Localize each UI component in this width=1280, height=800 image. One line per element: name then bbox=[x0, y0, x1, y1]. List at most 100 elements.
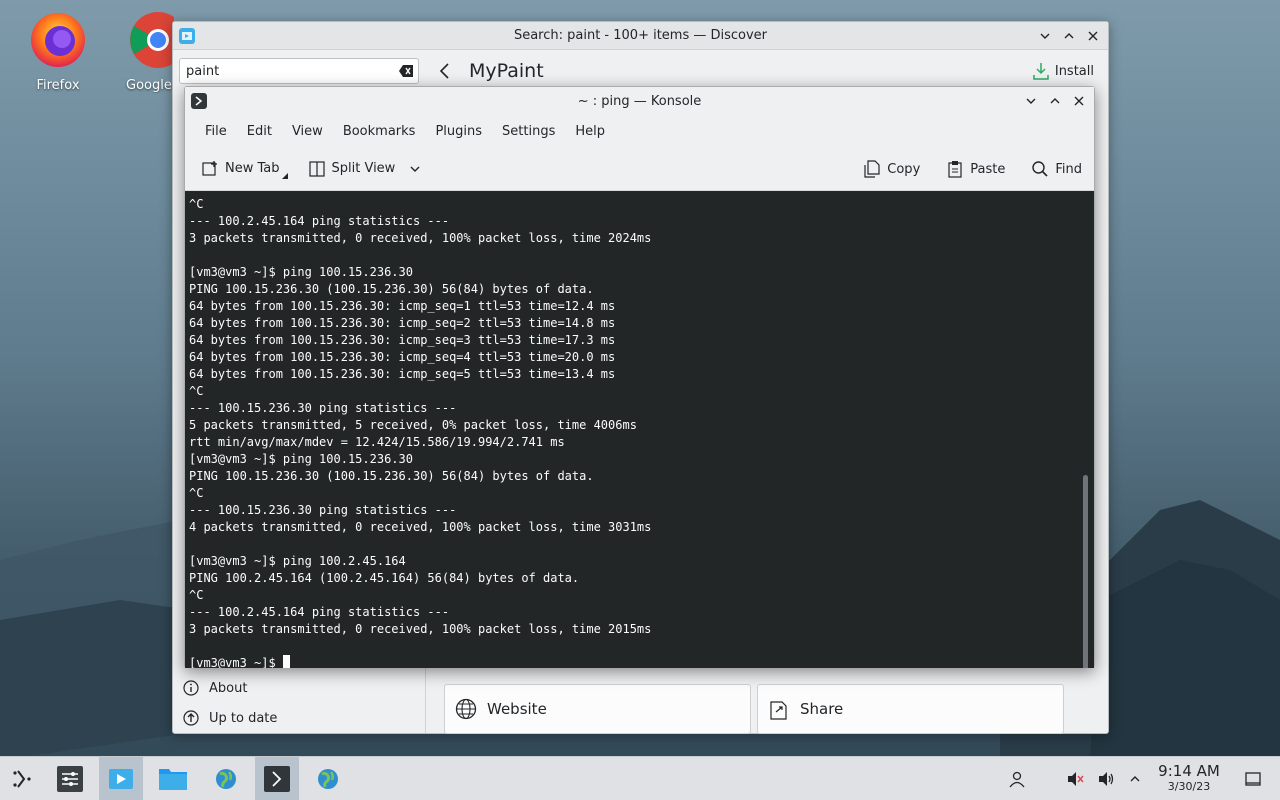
desktop-icon-label: Google bbox=[126, 78, 172, 93]
digital-clock[interactable]: 9:14 AM 3/30/23 bbox=[1154, 763, 1224, 794]
info-icon bbox=[183, 680, 199, 696]
chevron-up-icon bbox=[1130, 776, 1140, 782]
menu-plugins[interactable]: Plugins bbox=[425, 120, 492, 143]
paste-label: Paste bbox=[970, 161, 1006, 177]
app-launcher-button[interactable] bbox=[0, 757, 44, 800]
terminal-line: PING 100.15.236.30 (100.15.236.30) 56(84… bbox=[189, 469, 594, 483]
find-label: Find bbox=[1055, 161, 1082, 177]
install-button[interactable]: Install bbox=[1033, 62, 1094, 80]
terminal-output[interactable]: ^C --- 100.2.45.164 ping statistics --- 3 … bbox=[185, 191, 1094, 668]
terminal-line: [vm3@vm3 ~]$ ping 100.15.236.30 bbox=[189, 265, 413, 279]
menu-view[interactable]: View bbox=[282, 120, 333, 143]
terminal-line: [vm3@vm3 ~]$ ping 100.2.45.164 bbox=[189, 554, 406, 568]
terminal-line: --- 100.2.45.164 ping statistics --- bbox=[189, 605, 450, 619]
prompt-text: [vm3@vm3 ~]$ bbox=[189, 656, 283, 668]
split-view-icon bbox=[308, 160, 325, 177]
new-tab-label: New Tab bbox=[225, 161, 280, 176]
menu-edit[interactable]: Edit bbox=[237, 120, 282, 143]
desktop-icon-firefox[interactable]: Firefox bbox=[13, 10, 103, 93]
dropdown-corner-icon bbox=[281, 172, 288, 179]
taskbar: 9:14 AM 3/30/23 bbox=[0, 756, 1280, 800]
taskbar-discover[interactable] bbox=[99, 757, 143, 800]
tray-expand[interactable] bbox=[1122, 757, 1148, 800]
split-view-label: Split View bbox=[331, 161, 396, 176]
find-button[interactable]: Find bbox=[1025, 156, 1088, 182]
new-tab-button[interactable]: New Tab bbox=[195, 155, 294, 183]
terminal-line: 64 bytes from 100.15.236.30: icmp_seq=4 … bbox=[189, 350, 616, 364]
terminal-line: 3 packets transmitted, 0 received, 100% … bbox=[189, 622, 652, 636]
maximize-button[interactable] bbox=[1060, 27, 1078, 45]
terminal-line: ^C bbox=[189, 384, 204, 398]
share-button[interactable]: Share bbox=[757, 684, 1064, 734]
menu-settings[interactable]: Settings bbox=[492, 120, 565, 143]
scrollbar-thumb[interactable] bbox=[1083, 475, 1088, 668]
menu-help[interactable]: Help bbox=[565, 120, 615, 143]
tray-audio-muted[interactable] bbox=[1062, 757, 1088, 800]
terminal-line: --- 100.15.236.30 ping statistics --- bbox=[189, 503, 457, 517]
discover-titlebar[interactable]: Search: paint - 100+ items — Discover bbox=[173, 22, 1108, 50]
terminal-scrollbar[interactable] bbox=[1081, 195, 1090, 668]
sidebar-item-label: About bbox=[209, 680, 248, 696]
terminal-line: 64 bytes from 100.15.236.30: icmp_seq=3 … bbox=[189, 333, 616, 347]
konsole-window-title: ~ : ping — Konsole bbox=[577, 93, 702, 109]
terminal-line: 64 bytes from 100.15.236.30: icmp_seq=2 … bbox=[189, 316, 616, 330]
terminal-line: 3 packets transmitted, 0 received, 100% … bbox=[189, 231, 652, 245]
konsole-titlebar[interactable]: ~ : ping — Konsole bbox=[185, 87, 1094, 115]
user-icon bbox=[1009, 771, 1025, 788]
terminal-line: ^C bbox=[189, 588, 204, 602]
paste-button[interactable]: Paste bbox=[940, 156, 1011, 182]
taskbar-system-settings[interactable] bbox=[48, 757, 92, 800]
file-manager-icon bbox=[159, 769, 187, 790]
split-view-button[interactable]: Split View bbox=[302, 156, 428, 182]
konsole-menubar: File Edit View Bookmarks Plugins Setting… bbox=[185, 115, 1094, 147]
terminal-line: 4 packets transmitted, 0 received, 100% … bbox=[189, 520, 652, 534]
desktop-icon-label: Firefox bbox=[36, 78, 80, 93]
copy-label: Copy bbox=[887, 161, 921, 177]
back-arrow-icon[interactable] bbox=[437, 61, 453, 81]
copy-button[interactable]: Copy bbox=[857, 156, 926, 182]
taskbar-file-manager[interactable] bbox=[151, 757, 195, 800]
show-desktop-button[interactable] bbox=[1240, 757, 1266, 800]
paste-icon bbox=[948, 161, 962, 178]
website-label: Website bbox=[487, 700, 547, 718]
system-settings-icon bbox=[57, 766, 83, 792]
terminal-line: --- 100.15.236.30 ping statistics --- bbox=[189, 401, 457, 415]
globe-icon bbox=[455, 698, 477, 720]
up-arrow-icon bbox=[183, 710, 199, 726]
konsole-icon bbox=[264, 766, 290, 792]
taskbar-konsole[interactable] bbox=[255, 757, 299, 800]
minimize-button[interactable] bbox=[1022, 92, 1040, 110]
download-icon bbox=[1033, 63, 1049, 80]
firefox-globe-icon bbox=[216, 769, 236, 789]
network-globe-icon bbox=[318, 769, 338, 789]
share-icon bbox=[770, 701, 787, 720]
sidebar-item-label: Up to date bbox=[209, 710, 278, 726]
terminal-line: [vm3@vm3 ~]$ ping 100.15.236.30 bbox=[189, 452, 413, 466]
share-label: Share bbox=[800, 700, 844, 718]
discover-search-input[interactable]: paint bbox=[179, 58, 419, 84]
taskbar-browser[interactable] bbox=[204, 757, 248, 800]
maximize-button[interactable] bbox=[1046, 92, 1064, 110]
show-desktop-icon bbox=[1245, 772, 1261, 786]
taskbar-network[interactable] bbox=[306, 757, 350, 800]
desktop-icon-chrome[interactable]: Google bbox=[114, 10, 174, 93]
clock-date: 3/30/23 bbox=[1167, 780, 1211, 793]
clear-input-icon[interactable] bbox=[398, 64, 414, 78]
discover-window-title: Search: paint - 100+ items — Discover bbox=[513, 28, 768, 43]
tray-volume[interactable] bbox=[1093, 757, 1119, 800]
website-button[interactable]: Website bbox=[444, 684, 751, 734]
sidebar-item-up-to-date[interactable]: Up to date bbox=[183, 710, 277, 726]
menu-file[interactable]: File bbox=[195, 120, 237, 143]
minimize-button[interactable] bbox=[1036, 27, 1054, 45]
sidebar-item-about[interactable]: About bbox=[183, 680, 247, 696]
close-button[interactable] bbox=[1084, 27, 1102, 45]
tray-user[interactable] bbox=[1004, 757, 1030, 800]
close-icon bbox=[1074, 96, 1084, 106]
close-icon bbox=[1088, 31, 1098, 41]
volume-icon bbox=[1099, 772, 1114, 786]
close-button[interactable] bbox=[1070, 92, 1088, 110]
firefox-icon bbox=[31, 13, 85, 67]
menu-bookmarks[interactable]: Bookmarks bbox=[333, 120, 426, 143]
